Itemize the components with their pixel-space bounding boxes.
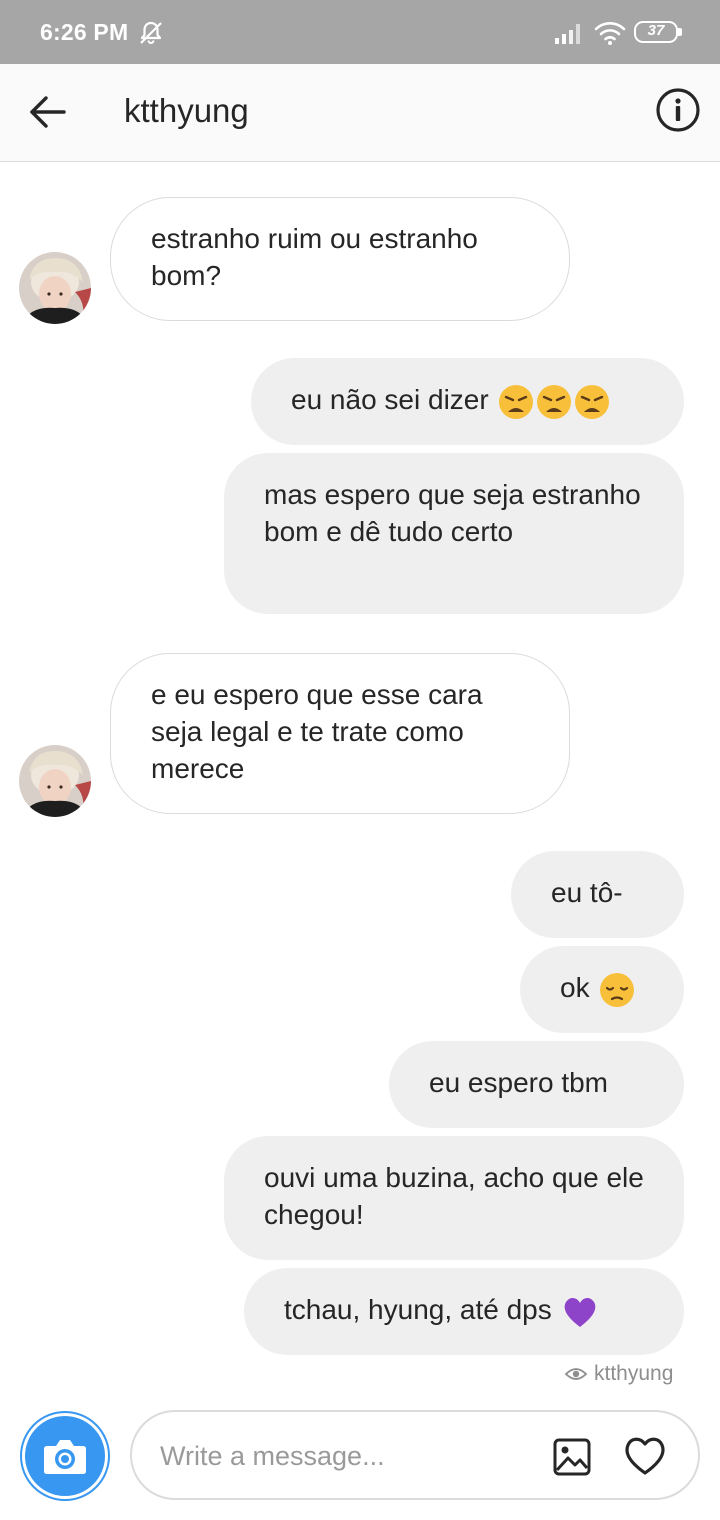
weary-face-icon [498,384,534,420]
message-incoming[interactable]: estranho ruim ou estranho bom? [110,197,570,321]
weary-face-icon [536,384,572,420]
weary-face-icon [574,384,610,420]
message-text: ok [560,972,590,1003]
message-text: mas espero que seja estranho bom e dê tu… [264,479,641,547]
message-outgoing[interactable]: mas espero que seja estranho bom e dê tu… [224,453,684,614]
message-text: eu não sei dizer [291,384,489,415]
status-time: 6:26 PM [40,19,129,45]
battery-icon: 37 [634,21,682,45]
message-outgoing[interactable]: ok [520,946,684,1033]
signal-icon [555,24,580,44]
message-text: e eu espero que esse cara seja legal e t… [151,679,483,784]
status-bar: 6:26 PM 37 [0,0,720,64]
avatar[interactable] [19,745,91,817]
message-outgoing[interactable]: eu espero tbm [389,1041,684,1128]
message-text: tchau, hyung, até dps [284,1294,552,1325]
message-text: ouvi uma buzina, acho que ele chegou! [264,1162,644,1230]
heart-icon[interactable] [622,1434,668,1478]
back-arrow-icon[interactable] [26,90,70,134]
pensive-face-icon [599,972,635,1008]
seen-indicator: ktthyung [564,1362,673,1386]
message-input[interactable] [160,1434,540,1478]
purple-heart-icon [562,1295,598,1329]
gallery-icon[interactable] [552,1437,592,1477]
message-outgoing[interactable]: eu tô- [511,851,684,938]
chat-title[interactable]: ktthyung [124,92,249,130]
message-outgoing[interactable]: ouvi uma buzina, acho que ele chegou! [224,1136,684,1260]
chat-header: ktthyung [0,64,720,162]
message-text: eu tô- [551,877,623,908]
seen-label: ktthyung [594,1362,674,1385]
wifi-icon [594,22,626,45]
avatar[interactable] [19,252,91,324]
message-incoming[interactable]: e eu espero que esse cara seja legal e t… [110,653,570,814]
message-composer [130,1410,700,1500]
message-text: eu espero tbm [429,1067,608,1098]
bell-off-icon [140,21,162,44]
camera-icon [44,1440,86,1474]
message-outgoing[interactable]: eu não sei dizer [251,358,684,445]
message-text: estranho ruim ou estranho bom? [151,223,478,291]
battery-level: 37 [647,22,665,39]
camera-button[interactable] [20,1411,110,1501]
eye-icon [564,1368,588,1380]
message-outgoing[interactable]: tchau, hyung, até dps [244,1268,684,1355]
info-icon[interactable] [654,86,702,134]
